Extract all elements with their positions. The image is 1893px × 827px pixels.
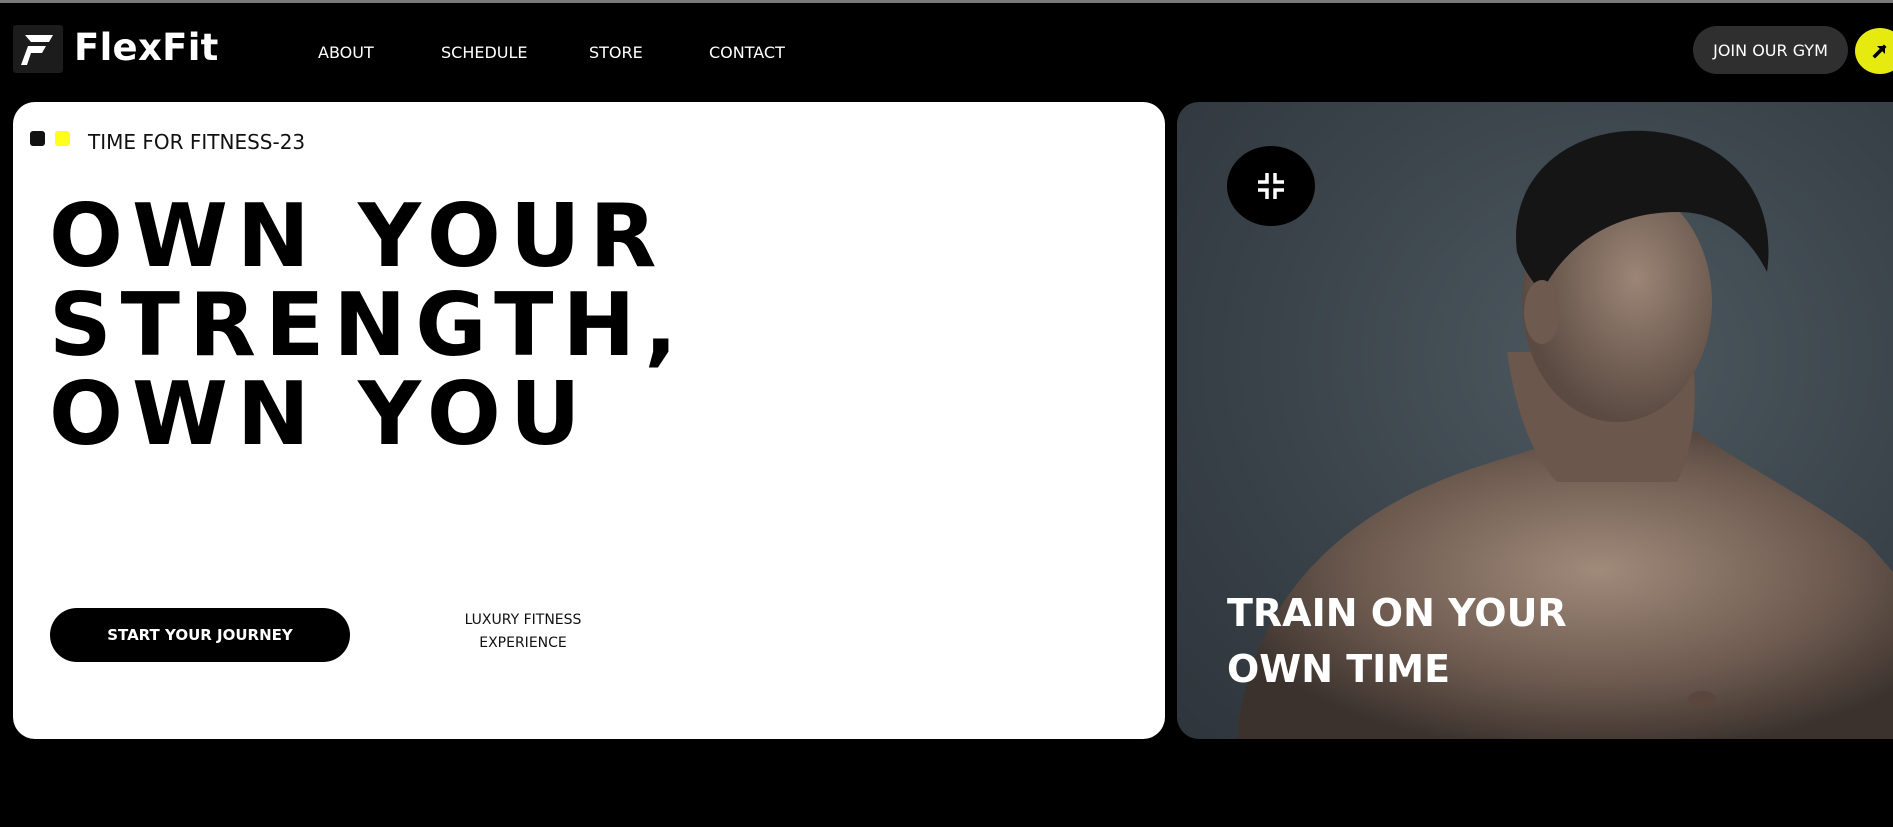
nav-about[interactable]: ABOUT: [318, 43, 374, 62]
luxury-line-2: EXPERIENCE: [479, 635, 567, 651]
nav-store[interactable]: STORE: [589, 43, 643, 62]
yellow-square-marker: [55, 131, 70, 146]
nav-contact[interactable]: CONTACT: [709, 43, 785, 62]
collapse-icon: [1258, 173, 1284, 199]
promo-text: TRAIN ON YOUR OWN TIME: [1227, 585, 1567, 697]
black-square-marker: [30, 131, 45, 146]
headline-line-3: OWN YOU: [49, 363, 590, 465]
promo-line-1: TRAIN ON YOUR: [1227, 591, 1567, 635]
hero-headline: OWN YOUR STRENGTH, OWN YOU: [49, 192, 686, 459]
start-journey-button[interactable]: START YOUR JOURNEY: [50, 608, 350, 662]
luxury-experience-label: LUXURY FITNESS EXPERIENCE: [463, 609, 583, 655]
brand-name[interactable]: FlexFit: [74, 26, 219, 69]
nav-schedule[interactable]: SCHEDULE: [441, 43, 528, 62]
headline-line-2: STRENGTH,: [49, 274, 687, 376]
collapse-button[interactable]: [1227, 146, 1315, 226]
hero-tagline: TIME FOR FITNESS-23: [88, 130, 306, 154]
top-border: [0, 0, 1893, 3]
luxury-line-1: LUXURY FITNESS: [464, 612, 582, 628]
join-arrow-button[interactable]: [1855, 28, 1893, 74]
logo-icon[interactable]: [13, 25, 63, 73]
headline-line-1: OWN YOUR: [49, 185, 666, 287]
join-gym-button[interactable]: JOIN OUR GYM: [1693, 26, 1848, 74]
promo-line-2: OWN TIME: [1227, 647, 1451, 691]
arrow-up-right-icon: [1872, 44, 1887, 59]
